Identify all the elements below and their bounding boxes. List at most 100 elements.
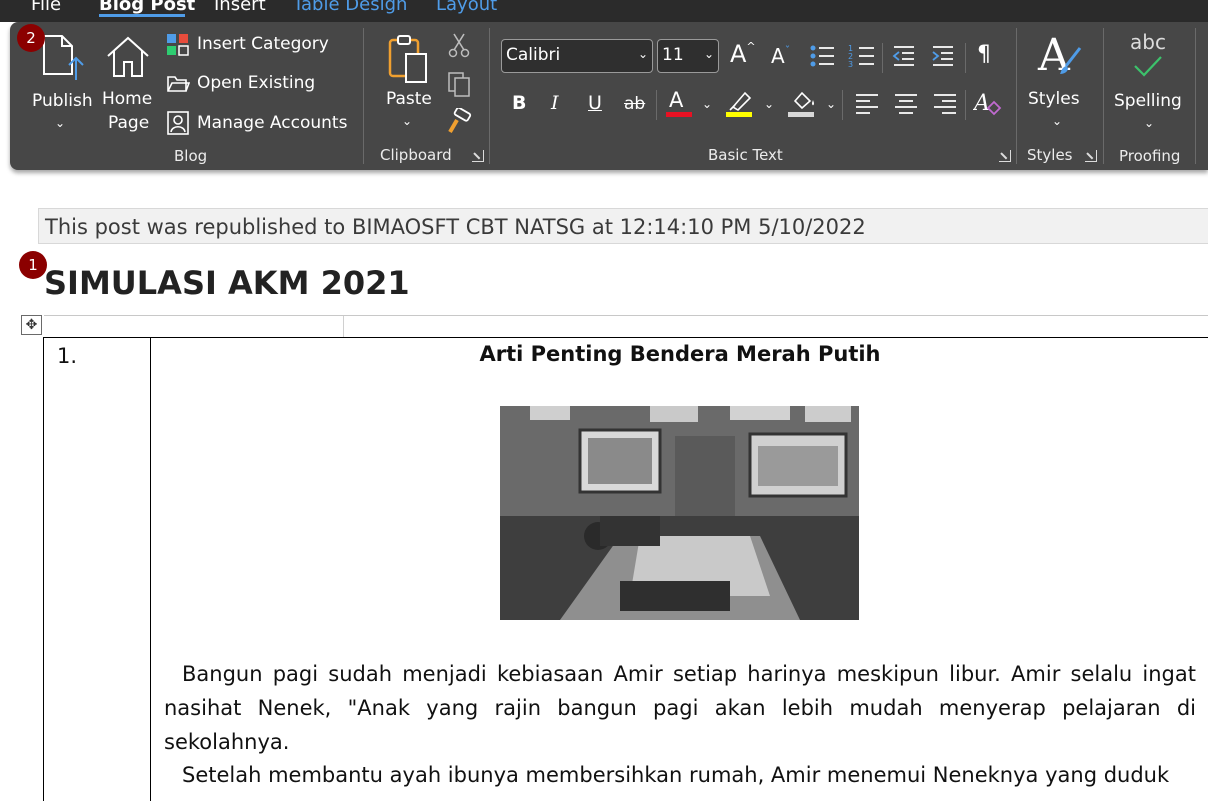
table-move-handle-icon[interactable]: ✥: [21, 315, 42, 335]
styles-button[interactable]: A Styles ⌄: [1028, 28, 1092, 138]
tab-table-design[interactable]: Table Design: [293, 0, 407, 15]
manage-accounts-icon: [167, 111, 189, 135]
shading-color-button[interactable]: ⌄: [786, 88, 838, 122]
active-tab-indicator: [99, 14, 185, 17]
group-separator: [1016, 28, 1017, 164]
chevron-down-icon: ⌄: [1052, 114, 1063, 128]
format-painter-icon[interactable]: [446, 108, 472, 136]
svg-text:3: 3: [848, 60, 853, 69]
font-color-button[interactable]: A ⌄: [664, 88, 714, 122]
tab-blog-post[interactable]: Blog Post: [99, 0, 195, 15]
open-existing-label: Open Existing: [197, 73, 316, 93]
article-title: Arti Penting Bendera Merah Putih: [479, 342, 881, 366]
copy-icon[interactable]: [446, 70, 472, 98]
table-border: [43, 337, 44, 801]
bold-button[interactable]: B: [512, 92, 526, 114]
highlighter-icon: [729, 91, 752, 111]
spelling-button[interactable]: abc Spelling ⌄: [1114, 28, 1184, 138]
home-page-label-line1: Home: [102, 89, 153, 109]
step-badge: 1: [19, 251, 47, 279]
font-color-swatch: [666, 112, 692, 117]
separator: [965, 90, 966, 120]
basic-text-dialog-launcher-icon[interactable]: [999, 150, 1011, 162]
separator: [882, 43, 883, 73]
step-badge: 2: [17, 24, 45, 52]
increase-indent-icon[interactable]: [929, 42, 957, 70]
align-center-icon[interactable]: [892, 90, 920, 118]
separator: [965, 43, 966, 73]
font-name-value: Calibri: [506, 45, 561, 65]
publish-notice-text: This post was republished to BIMAOSFT CB…: [45, 215, 866, 239]
manage-accounts-label: Manage Accounts: [197, 113, 348, 133]
chevron-down-icon: ⌄: [764, 97, 775, 111]
tab-layout[interactable]: Layout: [436, 0, 497, 15]
group-label-clipboard: Clipboard: [380, 146, 452, 164]
chevron-down-icon: ⌄: [703, 47, 714, 61]
ribbon: Publish ⌄ Home Page Insert Category Open…: [10, 22, 1208, 170]
grow-font-button[interactable]: A^: [730, 40, 756, 68]
highlight-color-button[interactable]: ⌄: [724, 88, 776, 122]
group-label-blog: Blog: [174, 147, 208, 165]
post-title[interactable]: SIMULASI AKM 2021: [44, 264, 410, 302]
folder-icon: [167, 76, 190, 92]
tab-file[interactable]: File: [31, 0, 61, 15]
show-formatting-button[interactable]: ¶: [977, 42, 991, 67]
table-gridline: [343, 316, 344, 338]
photo-image: [500, 406, 859, 620]
paste-button[interactable]: Paste ⌄: [378, 28, 438, 138]
shrink-font-icon: A: [771, 44, 785, 68]
font-name-select[interactable]: Calibri ⌄: [501, 39, 653, 73]
caret-down-icon: ˇ: [784, 44, 791, 57]
article-paragraph[interactable]: Bangun pagi sudah menjadi kebiasaan Amir…: [164, 657, 1196, 759]
font-size-select[interactable]: 11 ⌄: [657, 39, 719, 73]
abc-icon: abc: [1130, 30, 1166, 54]
group-label-styles: Styles: [1027, 146, 1073, 164]
highlight-color-swatch: [726, 112, 752, 117]
group-separator: [1103, 28, 1104, 164]
numbering-icon[interactable]: 1 2 3: [848, 42, 876, 70]
decrease-indent-icon[interactable]: [890, 42, 918, 70]
cut-icon[interactable]: [448, 32, 470, 58]
strikethrough-button[interactable]: ab: [624, 94, 645, 114]
svg-text:A: A: [973, 91, 990, 116]
table-border: [150, 337, 151, 801]
chevron-down-icon: ⌄: [55, 116, 66, 130]
publish-label: Publish: [32, 91, 93, 111]
home-page-label-line2: Page: [108, 113, 150, 133]
styles-dialog-launcher-icon[interactable]: [1085, 150, 1097, 162]
article-paragraph[interactable]: Setelah membantu ayah ibunya membersihka…: [164, 758, 1196, 792]
group-label-basic-text: Basic Text: [708, 146, 783, 164]
checkmark-icon: [1134, 56, 1162, 77]
bullets-icon[interactable]: [808, 42, 836, 70]
clipboard-dialog-launcher-icon[interactable]: [472, 150, 484, 162]
table-border: [43, 337, 1208, 338]
home-icon: [107, 36, 149, 77]
shading-color-swatch: [788, 112, 814, 117]
shrink-font-button[interactable]: Aˇ: [771, 44, 790, 68]
spelling-label: Spelling: [1114, 91, 1182, 111]
underline-button[interactable]: U: [588, 92, 602, 114]
question-number: 1.: [57, 344, 78, 368]
brush-icon: [1060, 47, 1082, 74]
group-label-proofing: Proofing: [1119, 147, 1181, 165]
group-separator: [489, 28, 490, 164]
clear-formatting-icon[interactable]: A: [973, 88, 1003, 118]
grow-font-icon: A: [730, 40, 747, 68]
styles-label: Styles: [1028, 89, 1080, 109]
font-size-value: 11: [662, 45, 684, 65]
group-separator: [1195, 28, 1196, 164]
chevron-down-icon: ⌄: [402, 114, 413, 128]
align-left-icon[interactable]: [853, 90, 881, 118]
ribbon-tab-bar: File Blog Post Insert Table Design Layou…: [0, 0, 1208, 22]
paint-bucket-icon: [793, 91, 814, 110]
article-photo[interactable]: [500, 406, 859, 620]
separator: [842, 90, 843, 120]
italic-button[interactable]: I: [551, 92, 559, 114]
paste-label: Paste: [386, 89, 432, 109]
tab-insert[interactable]: Insert: [214, 0, 266, 15]
chevron-down-icon: ⌄: [826, 97, 837, 111]
align-right-icon[interactable]: [931, 90, 959, 118]
publish-notice-bar: This post was republished to BIMAOSFT CB…: [38, 208, 1208, 244]
title-divider: [44, 315, 1208, 316]
home-page-button[interactable]: Home Page: [98, 28, 158, 138]
